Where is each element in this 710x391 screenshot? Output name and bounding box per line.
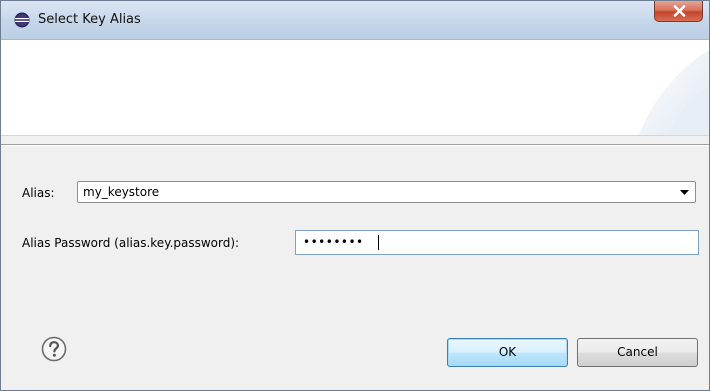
dialog-banner: [1, 40, 709, 135]
password-masked-value: ••••••••: [303, 235, 364, 249]
window-title: Select Key Alias: [38, 12, 141, 27]
alias-password-label: Alias Password (alias.key.password):: [22, 236, 240, 250]
close-icon: [673, 5, 686, 17]
title-bar[interactable]: Select Key Alias: [1, 1, 709, 40]
banner-decoration: [639, 50, 709, 135]
close-button[interactable]: [654, 1, 703, 22]
select-key-alias-dialog: Select Key Alias Alias: my_keystore Alia…: [0, 0, 710, 391]
eclipse-icon: [14, 12, 30, 28]
help-button[interactable]: [41, 336, 67, 362]
help-icon: [41, 336, 67, 362]
alias-selected-value: my_keystore: [83, 185, 160, 199]
alias-dropdown[interactable]: my_keystore: [77, 181, 696, 203]
chevron-down-icon: [680, 190, 689, 195]
content-separator: [1, 144, 709, 146]
text-caret: [378, 235, 379, 250]
ok-button[interactable]: OK: [447, 338, 568, 367]
banner-separator: [1, 135, 709, 136]
alias-password-field[interactable]: ••••••••: [295, 230, 699, 255]
alias-label: Alias:: [22, 186, 55, 200]
cancel-button[interactable]: Cancel: [577, 338, 698, 367]
